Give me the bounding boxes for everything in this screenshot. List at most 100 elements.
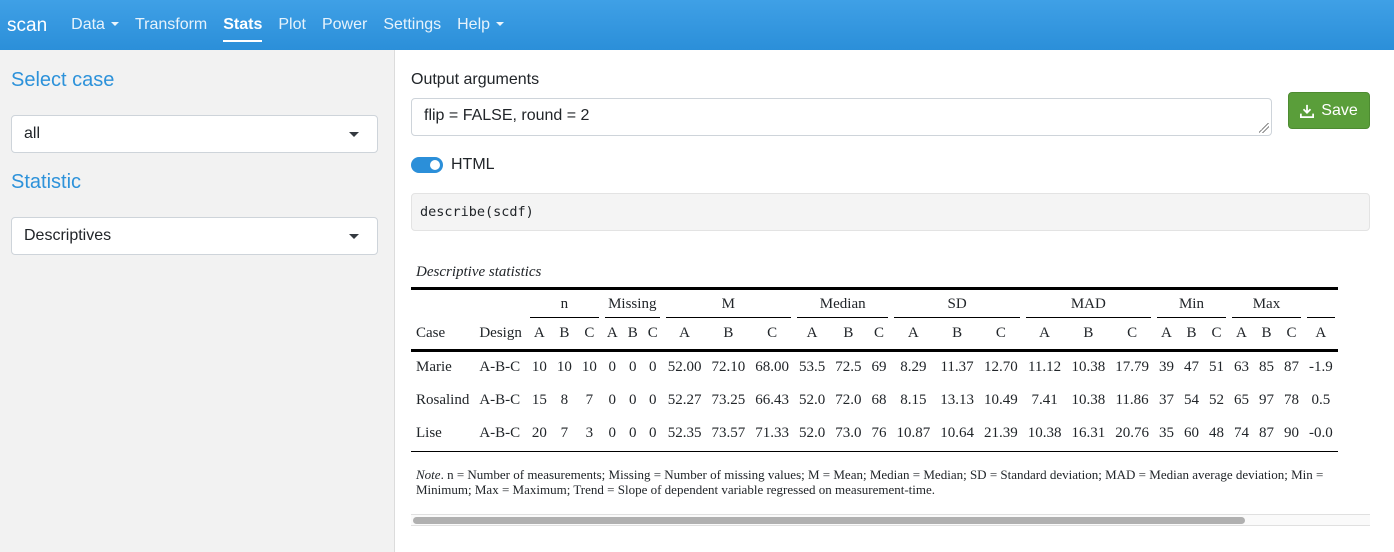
column-header: B (706, 318, 751, 352)
statistic-select[interactable]: Descriptives (11, 217, 378, 255)
table-cell: 90 (1278, 418, 1304, 452)
group-header: SD (891, 287, 1023, 318)
table-cell: 8.15 (900, 392, 927, 408)
column-header: B (1178, 318, 1204, 352)
table-cell: 3 (576, 418, 602, 452)
table-cell: -1.9 (1308, 359, 1333, 375)
column-header: B (1066, 318, 1111, 352)
save-button[interactable]: Save (1288, 92, 1370, 129)
table-cell: 35 (1153, 418, 1179, 452)
table-cell: 10.49 (983, 392, 1018, 408)
nav-stats[interactable]: Stats (215, 0, 270, 50)
table-cell: 10.38 (1022, 418, 1067, 452)
column-header: B (1253, 318, 1279, 352)
horizontal-scrollbar[interactable] (411, 514, 1370, 526)
column-header: A (891, 318, 936, 352)
table-cell: 0 (608, 359, 617, 375)
html-toggle-label: HTML (451, 156, 495, 173)
download-icon (1300, 104, 1315, 118)
table-cell: 39 (1158, 359, 1174, 375)
column-header: Design (474, 318, 527, 352)
column-header: B (551, 318, 577, 352)
table-cell: 10.38 (1071, 359, 1106, 375)
table-cell: 72.0 (835, 392, 862, 408)
navbar: scan Data Transform Stats Plot Power Set… (0, 0, 1394, 50)
case-select[interactable]: all (11, 115, 378, 153)
group-header: Max (1228, 287, 1304, 318)
nav-settings[interactable]: Settings (375, 0, 449, 50)
nav-data[interactable]: Data (63, 0, 127, 50)
sidebar: Select case all Statistic Descriptives (0, 50, 395, 552)
table-cell: 0 (608, 392, 617, 408)
group-header: MAD (1022, 287, 1154, 318)
table-cell: 11.37 (940, 359, 974, 375)
nav-help[interactable]: Help (449, 0, 512, 50)
output-arguments-label: Output arguments (411, 71, 540, 88)
output-arguments-value: flip = FALSE, round = 2 (424, 107, 590, 124)
column-header: C (1203, 318, 1229, 352)
column-header: C (1278, 318, 1304, 352)
table-cell: 85 (1258, 359, 1274, 375)
table-cell: 11.12 (1027, 359, 1062, 375)
table-cell: -0.0 (1303, 418, 1338, 452)
table-cell: 74 (1228, 418, 1254, 452)
column-header: B (935, 318, 979, 352)
column-header: A (1303, 318, 1338, 352)
chevron-down-icon (496, 22, 505, 26)
select-case-heading: Select case (11, 69, 115, 91)
column-header: A (601, 318, 623, 352)
table-cell: 78 (1283, 392, 1299, 408)
table-cell: 87 (1283, 359, 1299, 375)
table-cell: 54 (1183, 392, 1199, 408)
column-header: C (1110, 318, 1154, 352)
group-header: n (526, 287, 602, 318)
output-arguments-input[interactable]: flip = FALSE, round = 2 (411, 98, 1272, 136)
table-cell: 52.27 (667, 392, 702, 408)
table-cell: 0 (622, 418, 643, 452)
brand-logo[interactable]: scan (7, 15, 47, 37)
table-cell: 0.5 (1311, 392, 1331, 408)
group-header-row: n Missing M Median SD MAD Min Max (411, 287, 1338, 318)
chevron-down-icon (349, 132, 359, 137)
table-cell: 15 (531, 392, 547, 408)
case-select-value: all (24, 125, 41, 142)
table-cell: 10 (556, 359, 572, 375)
table-cell: A-B-C (479, 392, 521, 408)
html-toggle[interactable] (411, 157, 443, 173)
table-cell: Rosalind (416, 392, 470, 408)
table-cell: 10.64 (935, 418, 979, 452)
table-cell: 73.57 (706, 418, 751, 452)
column-header: B (622, 318, 643, 352)
column-header: B (830, 318, 867, 352)
table-cell: 87 (1253, 418, 1279, 452)
table-cell: 20.76 (1110, 418, 1154, 452)
table-cell: Lise (411, 418, 475, 452)
table-cell: 68.00 (755, 359, 789, 375)
table-cell: 8.29 (900, 359, 927, 375)
group-header: Median (793, 287, 892, 318)
table-cell: 52.0 (798, 392, 826, 408)
column-header: Case (411, 318, 475, 352)
table-cell: 63 (1233, 359, 1249, 375)
table-cell: 60 (1178, 418, 1204, 452)
table-cell: 73.25 (711, 392, 746, 408)
nav-power[interactable]: Power (314, 0, 375, 50)
column-header: C (576, 318, 602, 352)
table-cell: 48 (1203, 418, 1229, 452)
table-cell: 7 (585, 392, 594, 408)
scrollbar-thumb[interactable] (413, 517, 1245, 524)
table-cell: 71.33 (750, 418, 794, 452)
table-cell: 12.70 (983, 359, 1018, 375)
column-header: A (1022, 318, 1067, 352)
table-cell: 0 (601, 418, 623, 452)
nav-plot[interactable]: Plot (270, 0, 314, 50)
resize-handle-icon[interactable] (1259, 123, 1269, 133)
table-cell: 73.0 (830, 418, 867, 452)
table-cell: 10.38 (1071, 392, 1106, 408)
table-cell: 52.35 (662, 418, 707, 452)
column-header: A (526, 318, 552, 352)
table-cell: 51 (1208, 359, 1224, 375)
column-header: A (1153, 318, 1179, 352)
nav-transform[interactable]: Transform (127, 0, 215, 50)
column-header: A (793, 318, 831, 352)
